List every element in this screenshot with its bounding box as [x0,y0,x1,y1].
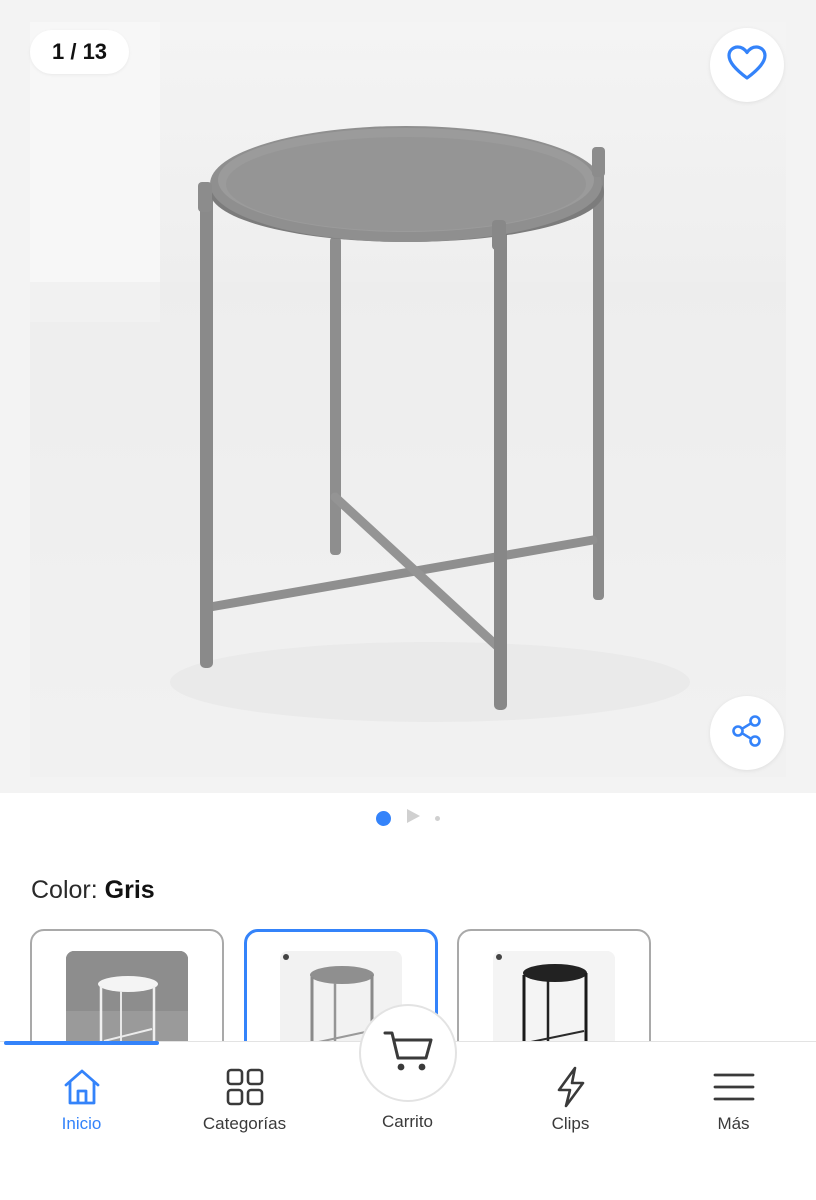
color-swatch-black[interactable] [457,929,651,1059]
nav-item-inicio[interactable]: Inicio [0,1042,163,1152]
pager-dot-active[interactable] [376,810,391,826]
nav-item-label[interactable]: Carrito [326,1112,489,1132]
side-table-image [30,22,786,777]
lightning-icon [554,1066,588,1108]
gallery-pager [0,806,816,830]
grid-icon [225,1066,265,1108]
nav-item-mas[interactable]: Más [652,1042,815,1152]
image-gallery[interactable]: 1 / 13 [0,0,816,793]
color-label-text: Color: [31,876,98,904]
nav-item-carrito[interactable] [359,1004,457,1102]
heart-icon [727,44,767,86]
nav-item-label: Más [717,1114,750,1133]
nav-item-categorias[interactable]: Categorías [163,1042,326,1152]
menu-icon [713,1066,755,1108]
color-label: Color: Gris [31,876,155,905]
pager-dot[interactable] [435,815,440,821]
nav-item-label: Clips [551,1114,590,1133]
product-page: 1 / 13 Color: Gris Inicio Categorías Cli… [0,0,816,1200]
share-button[interactable] [710,696,784,770]
favorite-button[interactable] [710,28,784,102]
home-icon [62,1066,102,1108]
nav-item-label: Inicio [61,1114,102,1133]
color-swatch-white[interactable] [30,929,224,1059]
video-play-icon[interactable] [405,808,421,829]
cart-icon [383,1029,433,1078]
image-counter: 1 / 13 [30,30,130,74]
nav-item-clips[interactable]: Clips [489,1042,652,1152]
product-photo[interactable] [30,22,786,777]
nav-item-label: Categorías [202,1114,287,1133]
share-icon [730,714,764,753]
color-value: Gris [104,876,155,904]
